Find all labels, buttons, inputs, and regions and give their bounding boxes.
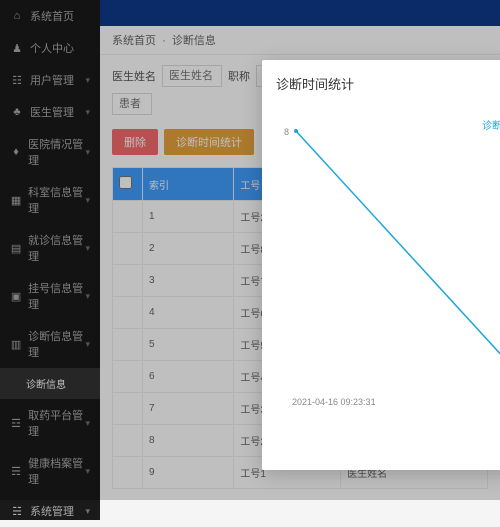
stats-modal: 诊断时间统计 诊断 8 2021-04-16 09:23:31	[262, 60, 500, 470]
sidebar-item-label: 系统管理	[30, 503, 74, 519]
y-tick-8: 8	[284, 127, 289, 137]
chevron-down-icon: ▾	[85, 506, 90, 517]
gear-icon: ☵	[10, 505, 24, 518]
chart-area: 诊断 8 2021-04-16 09:23:31	[276, 101, 500, 411]
x-axis-tick: 2021-04-16 09:23:31	[292, 397, 376, 407]
line-chart	[276, 101, 500, 411]
modal-title: 诊断时间统计	[276, 74, 500, 93]
